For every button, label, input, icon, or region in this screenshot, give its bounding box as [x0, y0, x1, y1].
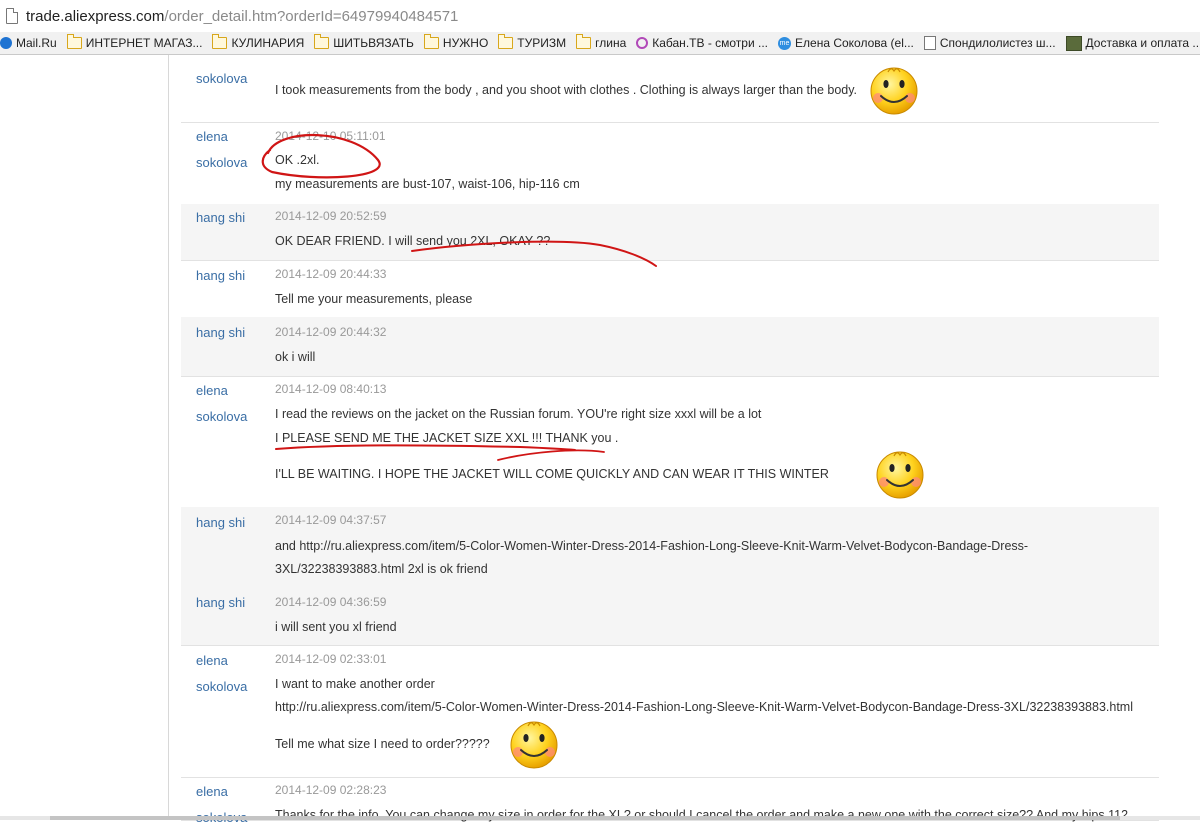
bookmark-label: глина: [595, 36, 627, 50]
message-timestamp: 2014-12-09 02:28:23: [275, 783, 387, 797]
message-recipient[interactable]: sokolova: [196, 679, 247, 694]
message-text: and http://ru.aliexpress.com/item/5-Colo…: [275, 539, 1029, 553]
folder-icon: [498, 34, 514, 49]
message-timestamp: 2014-12-09 02:33:01: [275, 652, 387, 666]
bookmark-item[interactable]: Mail.Ru: [0, 36, 57, 50]
message-sender[interactable]: hang shi: [196, 515, 245, 530]
message-row: hang shi 2014-12-09 20:44:33 Tell me your …: [181, 260, 1159, 318]
bookmark-label: ШИТЬВЯЗАТЬ: [333, 36, 414, 50]
message-row: hang shi 2014-12-09 04:36:59 i will sent …: [181, 586, 1159, 646]
bookmark-label: ТУРИЗМ: [517, 36, 567, 50]
message-row: hang shi 2014-12-09 04:37:57 and http://ru…: [181, 507, 1159, 587]
message-timestamp: 2014-12-09 04:37:57: [275, 513, 387, 527]
bookmark-item[interactable]: ИНТЕРНЕТ МАГАЗ...: [66, 34, 203, 50]
left-gutter: [0, 55, 168, 820]
message-timestamp: 2014-12-09 08:40:13: [275, 382, 387, 396]
message-sender[interactable]: hang shi: [196, 595, 245, 610]
bookmark-label: Елена Соколова (el...: [795, 36, 914, 50]
message-sender[interactable]: elena: [196, 383, 228, 398]
bookmark-item[interactable]: Кабан.ТВ - смотри ...: [636, 36, 768, 50]
folder-icon: [66, 34, 82, 49]
bookmark-label: Спондилолистез ш...: [939, 36, 1056, 50]
message-text: I'LL BE WAITING. I HOPE THE JACKET WILL …: [275, 467, 829, 481]
message-timestamp: 2014-12-09 20:52:59: [275, 209, 387, 223]
message-timestamp: 2014-12-09 20:44:33: [275, 267, 387, 281]
kaban-icon: [636, 37, 649, 49]
message-text: OK DEAR FRIEND. I will send you 2XL, OKA…: [275, 234, 551, 248]
smiley-emoji-icon: [510, 721, 558, 769]
message-text: Tell me your measurements, please: [275, 292, 473, 306]
message-row: hang shi 2014-12-09 20:52:59 OK DEAR FRIEN…: [181, 204, 1159, 261]
message-text: I want to make another order: [275, 677, 435, 691]
folder-icon: [423, 34, 439, 49]
bookmark-item[interactable]: КУЛИНАРИЯ: [212, 34, 305, 50]
bookmark-item[interactable]: Доставка и оплата ...: [1065, 35, 1200, 51]
message-row: hang shi 2014-12-09 20:44:32 ok i will: [181, 317, 1159, 377]
message-text: i will sent you xl friend: [275, 620, 397, 634]
bookmark-label: ИНТЕРНЕТ МАГАЗ...: [85, 36, 203, 50]
message-text: I took measurements from the body , and …: [275, 83, 858, 97]
bookmark-item[interactable]: НУЖНО: [423, 34, 489, 50]
message-recipient[interactable]: sokolova: [196, 155, 247, 170]
bookmark-item[interactable]: глина: [576, 34, 627, 50]
message-text: OK .2xl.: [275, 153, 320, 167]
folder-icon: [314, 34, 330, 49]
bookmark-label: Доставка и оплата ...: [1085, 36, 1200, 50]
bookmark-label: Кабан.ТВ - смотри ...: [652, 36, 769, 50]
message-sender[interactable]: hang shi: [196, 210, 245, 225]
bookmark-item[interactable]: Спондилолистез ш...: [923, 36, 1056, 50]
page-icon: [6, 8, 18, 24]
horizontal-scrollbar[interactable]: [0, 816, 1200, 820]
bookmark-label: Mail.Ru: [16, 36, 57, 50]
bookmark-label: НУЖНО: [442, 36, 489, 50]
message-sender[interactable]: hang shi: [196, 268, 245, 283]
bookmark-item[interactable]: ШИТЬВЯЗАТЬ: [314, 34, 414, 50]
message-text: I PLEASE SEND ME THE JACKET SIZE XXL !!!…: [275, 431, 619, 445]
folder-icon: [212, 34, 228, 49]
document-icon: [923, 36, 936, 50]
message-text: Tell me what size I need to order?????: [275, 737, 490, 751]
message-text: 3XL/32238393883.html 2xl is ok friend: [275, 562, 488, 576]
address-bar[interactable]: trade.aliexpress.com/order_detail.htm?or…: [0, 0, 1200, 33]
message-row: elenasokolova2014-12-09 02:28:23Thanks f…: [181, 777, 1159, 825]
message-recipient[interactable]: sokolova: [196, 409, 247, 424]
message-row: elena sokolova 2014-12-10 05:11:01 OK .2xl.…: [181, 122, 1159, 205]
message-sender[interactable]: elena: [196, 653, 228, 668]
message-timestamp: 2014-12-09 20:44:32: [275, 325, 387, 339]
message-timestamp: 2014-12-09 04:36:59: [275, 595, 387, 609]
message-sender[interactable]: elena: [196, 784, 228, 799]
message-sender[interactable]: sokolova: [196, 71, 247, 86]
message-text: my measurements are bust-107, waist-106,…: [275, 177, 580, 191]
message-row: elena sokolova 2014-12-09 08:40:13 I read t…: [181, 376, 1159, 508]
message-timestamp: 2014-12-10 05:11:01: [275, 129, 386, 143]
bookmark-label: КУЛИНАРИЯ: [231, 36, 305, 50]
url-text[interactable]: trade.aliexpress.com/order_detail.htm?or…: [26, 8, 458, 25]
bookmark-item[interactable]: me Елена Соколова (el...: [778, 36, 914, 50]
message-sender[interactable]: elena: [196, 129, 228, 144]
image-icon: [1065, 35, 1082, 51]
message-row: elena sokolova 2014-12-09 02:33:01 I want t…: [181, 645, 1159, 778]
bookmarks-bar: Mail.Ru ИНТЕРНЕТ МАГАЗ... КУЛИНАРИЯ ШИТЬВЯЗ…: [0, 32, 1200, 55]
bookmark-item[interactable]: ТУРИЗМ: [498, 34, 567, 50]
mail-icon: [0, 37, 12, 49]
message-text: ok i will: [275, 350, 316, 364]
message-row: sokolova I took measurements from the bod…: [181, 55, 1159, 123]
folder-icon: [576, 34, 592, 49]
message-sender[interactable]: hang shi: [196, 325, 245, 340]
message-text: I read the reviews on the jacket on the …: [275, 407, 762, 421]
smiley-emoji-icon: [870, 67, 918, 115]
me-icon: me: [778, 36, 792, 50]
scrollbar-thumb[interactable]: [50, 816, 1120, 820]
right-gutter: [1181, 55, 1200, 820]
smiley-emoji-icon: [876, 451, 924, 499]
message-text: http://ru.aliexpress.com/item/5-Color-Wo…: [275, 700, 1134, 714]
